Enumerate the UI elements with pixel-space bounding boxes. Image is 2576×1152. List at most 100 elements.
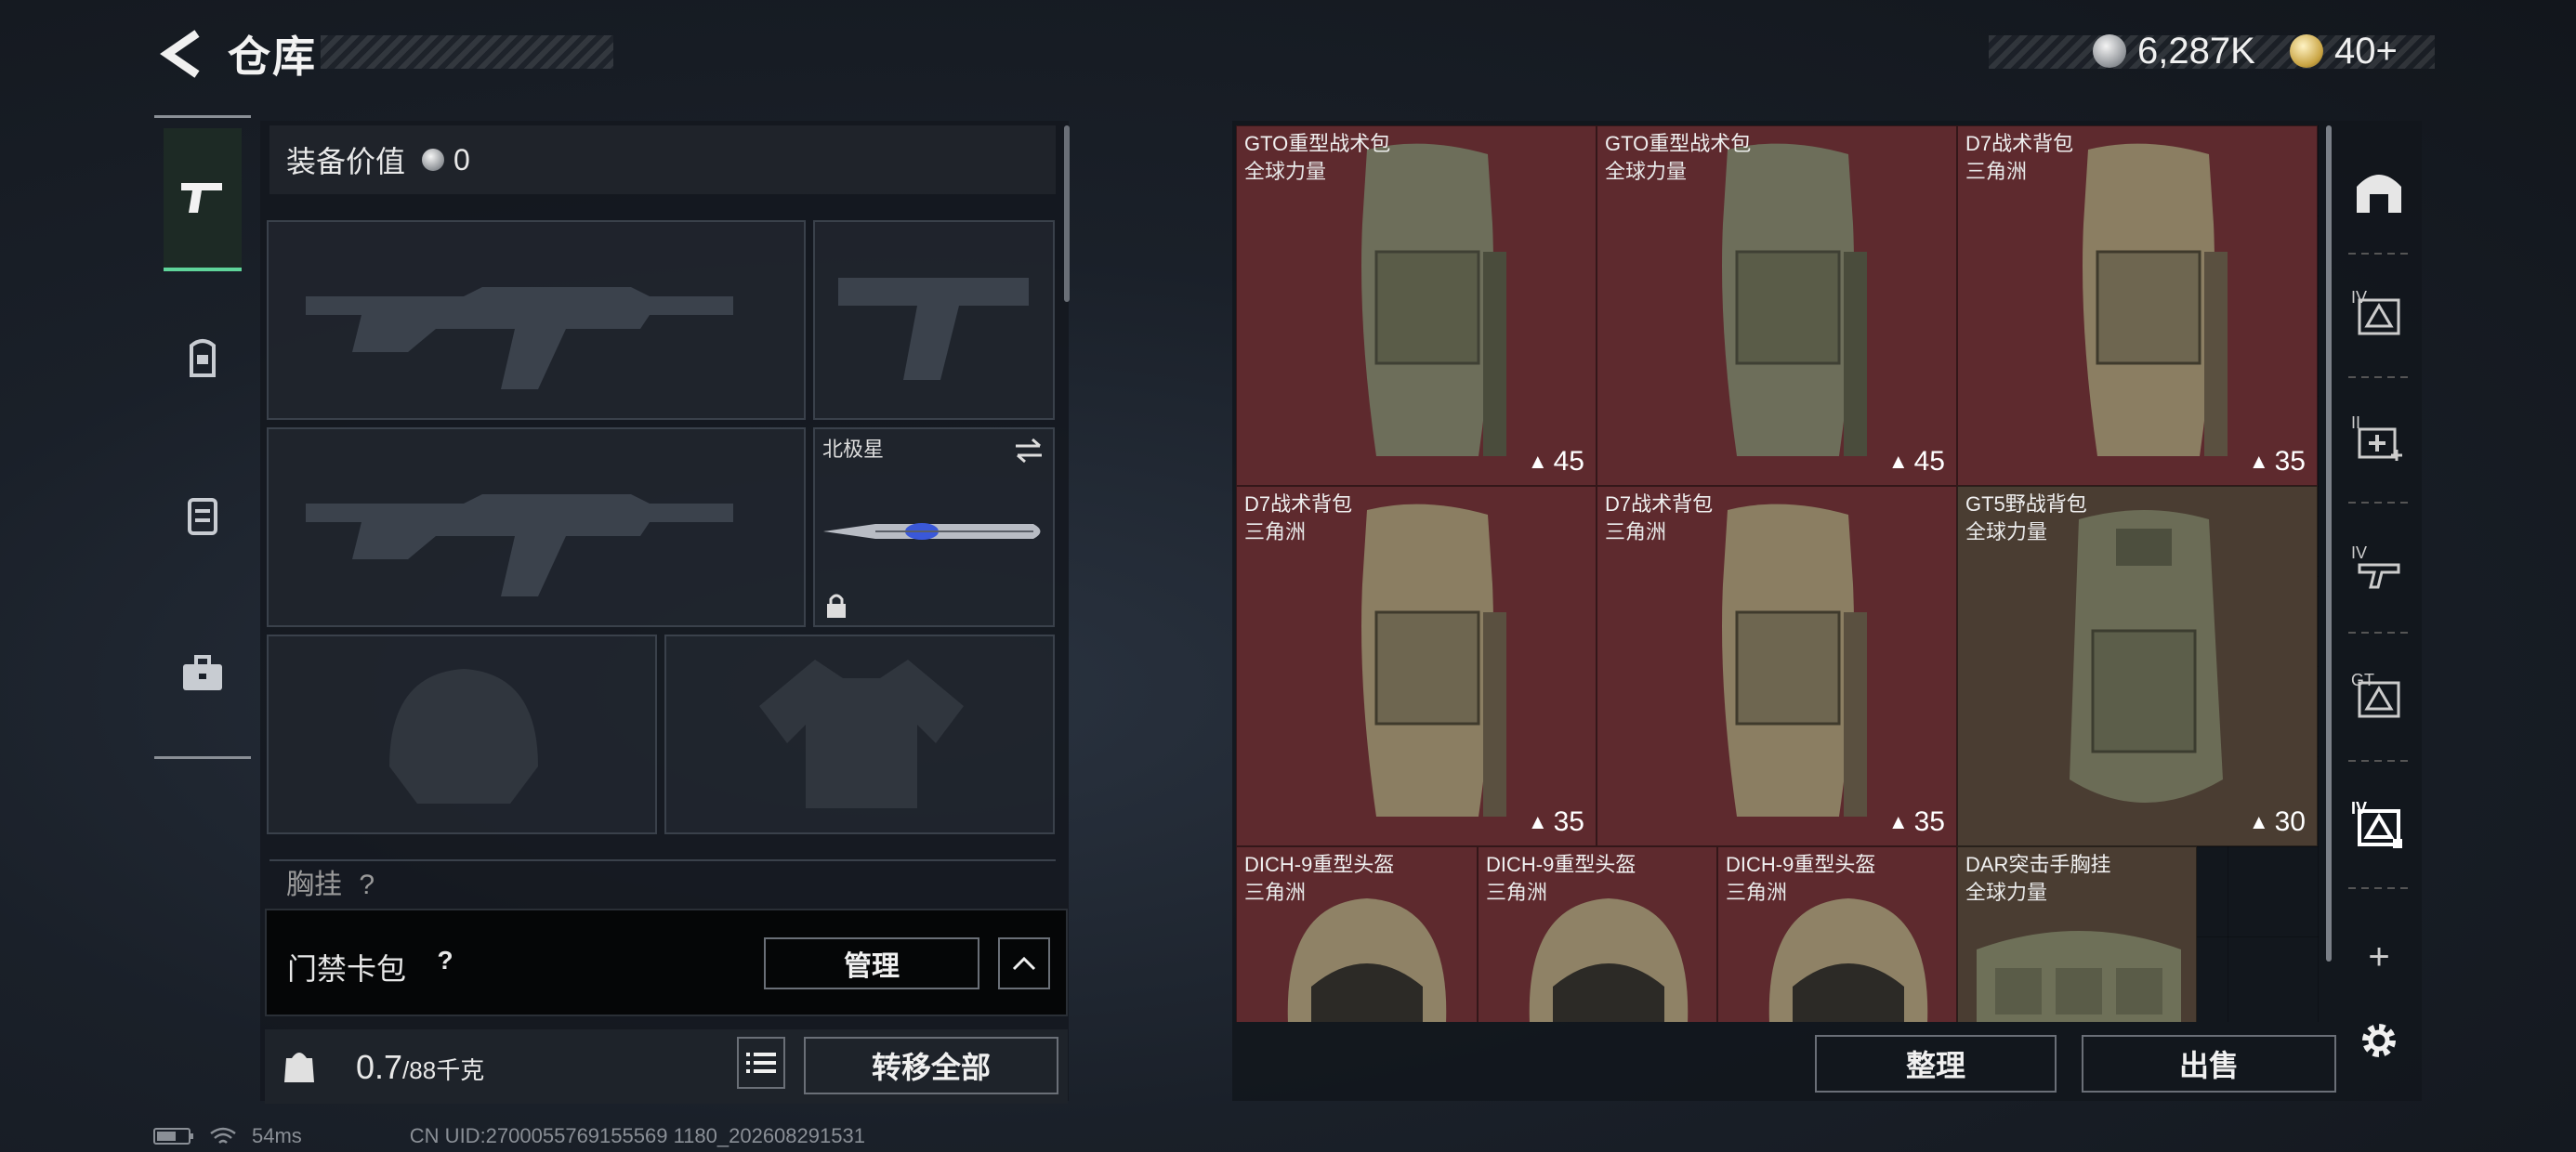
transfer-all-button[interactable]: 转移全部 bbox=[804, 1037, 1058, 1094]
chest-label: 胸挂 bbox=[286, 870, 342, 900]
item-capacity: ▲ 45 bbox=[1888, 446, 1945, 478]
sell-button[interactable]: 出售 bbox=[2082, 1035, 2336, 1093]
knife-icon bbox=[823, 523, 1041, 540]
keycard-help-icon[interactable]: ? bbox=[427, 942, 464, 979]
item-name: GT5野战背包 bbox=[1965, 492, 2087, 516]
capacity-icon: ▲ bbox=[1887, 810, 1909, 833]
keycard-bar: 门禁卡包 ? 管理 bbox=[265, 909, 1068, 1016]
capacity-value: 35 bbox=[1553, 806, 1584, 837]
tier-label: IV bbox=[2351, 543, 2368, 562]
armor-slot[interactable] bbox=[664, 635, 1055, 834]
tab-weapons[interactable] bbox=[164, 128, 242, 271]
item-cell[interactable]: GT5野战背包 全球力量 ▲ 30 bbox=[1957, 486, 2318, 846]
weight-icon bbox=[276, 1042, 322, 1089]
gear-icon bbox=[2362, 1024, 2396, 1057]
tab-container[interactable] bbox=[164, 446, 242, 585]
item-cell[interactable]: DICH-9重型头盔 三角洲 bbox=[1478, 846, 1717, 1022]
capacity-icon: ▲ bbox=[2248, 450, 2269, 473]
capacity-value: 30 bbox=[2274, 806, 2306, 837]
tier-label: GT bbox=[2351, 671, 2374, 689]
collapse-button[interactable] bbox=[998, 937, 1050, 989]
item-region: 全球力量 bbox=[1244, 160, 1327, 183]
filter-tab-1[interactable]: IV bbox=[2351, 288, 2407, 344]
item-cell[interactable]: DAR突击手胸挂 全球力量 bbox=[1957, 846, 2197, 1022]
item-region: 三角洲 bbox=[1605, 520, 1667, 543]
equip-value-label: 装备价值 bbox=[286, 145, 406, 178]
separator bbox=[2348, 502, 2410, 504]
primary-weapon-slot[interactable] bbox=[267, 220, 806, 420]
lock-icon bbox=[827, 594, 846, 618]
filter-tab-2[interactable]: II bbox=[2351, 413, 2407, 469]
tier-label: II bbox=[2351, 413, 2361, 432]
back-arrow-icon bbox=[160, 30, 200, 78]
item-name: DAR突击手胸挂 bbox=[1965, 853, 2111, 876]
item-cell[interactable]: D7战术背包 三角洲 ▲ 35 bbox=[1236, 486, 1597, 846]
manage-button[interactable]: 管理 bbox=[764, 937, 979, 989]
item-region: 三角洲 bbox=[1244, 881, 1307, 904]
silver-amount: 6,287K bbox=[2137, 30, 2255, 72]
sort-button[interactable]: 整理 bbox=[1815, 1035, 2057, 1093]
capacity-value: 35 bbox=[1913, 806, 1945, 837]
filter-tab-4[interactable]: GT bbox=[2351, 671, 2407, 727]
wifi-icon bbox=[210, 1127, 236, 1144]
stash-home-tab[interactable] bbox=[2351, 163, 2407, 218]
item-cell[interactable]: GTO重型战术包 全球力量 ▲ 45 bbox=[1597, 125, 1957, 486]
capacity-value: 45 bbox=[1913, 446, 1945, 477]
tier-label: IV bbox=[2351, 288, 2368, 307]
vest-icon bbox=[188, 498, 217, 535]
chest-help-icon[interactable]: ? bbox=[359, 870, 375, 900]
weight-max: /88千克 bbox=[402, 1056, 485, 1084]
item-cell[interactable]: D7战术背包 三角洲 ▲ 35 bbox=[1597, 486, 1957, 846]
melee-slot[interactable]: 北极星 bbox=[813, 427, 1055, 627]
backpack-item-icon bbox=[1722, 504, 1867, 817]
item-name: DICH-9重型头盔 bbox=[1486, 853, 1636, 876]
swap-icon[interactable] bbox=[1012, 437, 1045, 465]
weight-shape-icon bbox=[284, 1053, 314, 1082]
separator bbox=[2348, 253, 2410, 255]
helmet-silhouette-icon bbox=[389, 669, 538, 804]
backpack-item-icon bbox=[2083, 143, 2228, 457]
item-cell[interactable]: DICH-9重型头盔 三角洲 bbox=[1717, 846, 1957, 1022]
item-region: 全球力量 bbox=[1965, 881, 2048, 904]
equipment-scrollbar[interactable] bbox=[1064, 125, 1070, 302]
chevron-up-icon bbox=[1012, 956, 1036, 971]
item-cell[interactable]: GTO重型战术包 全球力量 ▲ 45 bbox=[1236, 125, 1597, 486]
rifle-silhouette-icon bbox=[306, 494, 733, 596]
item-cell[interactable]: DICH-9重型头盔 三角洲 bbox=[1236, 846, 1478, 1022]
add-tab-button[interactable]: + bbox=[2351, 929, 2407, 985]
item-cell[interactable]: D7战术背包 三角洲 ▲ 35 bbox=[1957, 125, 2318, 486]
briefcase-icon bbox=[183, 655, 222, 690]
chest-rig-slot[interactable]: 胸挂 ? bbox=[269, 859, 1056, 903]
list-icon bbox=[746, 1053, 776, 1073]
tab-armor[interactable] bbox=[164, 288, 242, 427]
melee-name: 北极星 bbox=[822, 438, 885, 461]
separator bbox=[2348, 632, 2410, 634]
helmet-slot[interactable] bbox=[267, 635, 657, 834]
tab-case[interactable] bbox=[164, 604, 242, 743]
stash-scrollbar[interactable] bbox=[2326, 125, 2332, 962]
pistol-slot[interactable] bbox=[813, 220, 1055, 420]
rifle-silhouette-icon bbox=[306, 287, 733, 389]
item-name: D7战术背包 bbox=[1965, 132, 2074, 155]
capacity-icon: ▲ bbox=[1527, 450, 1548, 473]
secondary-weapon-slot[interactable] bbox=[267, 427, 806, 627]
filter-tab-5[interactable]: IV bbox=[2351, 799, 2407, 855]
gold-coin-icon bbox=[2290, 34, 2323, 68]
tab-bar-top-line bbox=[154, 115, 251, 118]
gold-currency[interactable]: 40+ bbox=[2290, 28, 2398, 74]
silver-coin-icon bbox=[2093, 34, 2126, 68]
equip-value: 0 bbox=[453, 142, 470, 177]
weight-value: 0.7 bbox=[356, 1048, 403, 1086]
page-title: 仓库 bbox=[228, 33, 317, 81]
capacity-icon: ▲ bbox=[2248, 810, 2269, 833]
separator bbox=[2348, 376, 2410, 378]
silver-currency[interactable]: 6,287K bbox=[2093, 28, 2255, 74]
settings-button[interactable] bbox=[2351, 1013, 2407, 1068]
pistol-silhouette-icon bbox=[838, 278, 1029, 380]
back-button[interactable] bbox=[153, 26, 209, 82]
list-view-button[interactable] bbox=[737, 1037, 785, 1089]
capacity-icon: ▲ bbox=[1527, 810, 1548, 833]
filter-tab-3[interactable]: IV bbox=[2351, 543, 2407, 599]
item-name: D7战术背包 bbox=[1244, 492, 1353, 516]
weight-readout: 0.7/88千克 bbox=[356, 1048, 484, 1087]
